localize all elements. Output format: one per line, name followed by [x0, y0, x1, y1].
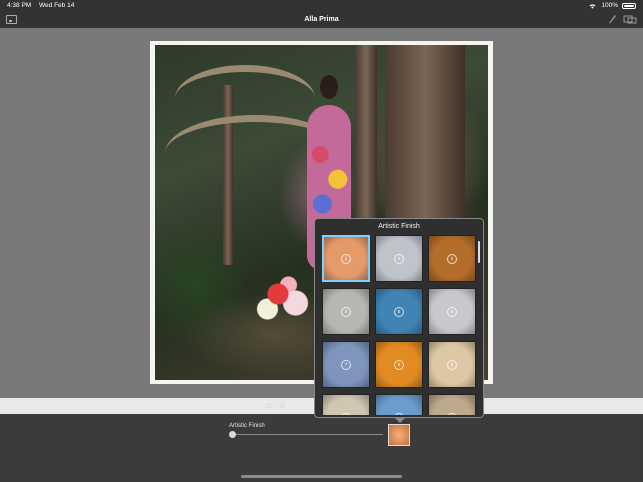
- finish-swatch[interactable]: 1: [322, 235, 370, 282]
- rating-icons: ⌂ ☆: [266, 400, 287, 412]
- figure-head: [320, 75, 338, 99]
- popover-scrollbar[interactable]: [478, 241, 480, 263]
- wifi-icon: [589, 4, 596, 9]
- finish-number: 10: [341, 412, 351, 415]
- finish-number: 5: [394, 306, 404, 317]
- finish-swatch[interactable]: 5: [375, 288, 423, 335]
- finish-swatch[interactable]: 12: [428, 394, 476, 415]
- finish-swatch[interactable]: 2: [375, 235, 423, 282]
- finish-grid: 123456789101112: [322, 235, 477, 415]
- finish-swatch[interactable]: 4: [322, 288, 370, 335]
- popover-title: Artistic Finish: [378, 223, 420, 230]
- status-date: Wed Feb 14: [39, 2, 75, 9]
- nav-actions: [607, 14, 637, 24]
- battery-icon: [622, 3, 636, 9]
- finish-number: 7: [341, 359, 351, 370]
- finish-number: 2: [394, 253, 404, 264]
- vine: [175, 65, 315, 132]
- finish-swatch[interactable]: 7: [322, 341, 370, 388]
- brush-icon[interactable]: [607, 14, 617, 24]
- finish-swatch[interactable]: 8: [375, 341, 423, 388]
- status-time: 4:38 PM: [7, 2, 32, 9]
- finish-swatch[interactable]: 3: [428, 235, 476, 282]
- status-right: 100%: [588, 0, 636, 12]
- battery-percent: 100%: [601, 2, 618, 9]
- bottom-panel: Artistic Finish: [0, 414, 643, 482]
- finish-number: 12: [447, 412, 457, 415]
- star-icon[interactable]: ☆: [278, 400, 287, 412]
- finish-swatch[interactable]: 9: [428, 341, 476, 388]
- finish-number: 8: [394, 359, 404, 370]
- finish-number: 1: [341, 253, 351, 264]
- finish-number: 6: [447, 306, 457, 317]
- selected-finish-swatch[interactable]: [388, 424, 410, 446]
- finish-swatch[interactable]: 11: [375, 394, 423, 415]
- finish-number: 4: [341, 306, 351, 317]
- finish-swatch[interactable]: 6: [428, 288, 476, 335]
- status-left: 4:38 PM Wed Feb 14: [7, 0, 80, 12]
- home-indicator: [241, 475, 402, 478]
- artistic-finish-popover: Artistic Finish 123456789101112: [314, 218, 484, 423]
- finish-slider-thumb[interactable]: [229, 431, 236, 438]
- finish-slider-track[interactable]: [233, 434, 383, 435]
- slider-label: Artistic Finish: [229, 423, 265, 429]
- flowers: [250, 270, 320, 330]
- page-title: Alla Prima: [304, 16, 339, 23]
- finish-number: 9: [447, 359, 457, 370]
- nav-bar: Alla Prima: [0, 12, 643, 29]
- finish-number: 11: [394, 412, 404, 415]
- finish-number: 3: [447, 253, 457, 264]
- status-bar: 4:38 PM Wed Feb 14 100%: [0, 0, 643, 12]
- share-icon[interactable]: [623, 14, 637, 24]
- home-icon[interactable]: ⌂: [266, 400, 272, 412]
- finish-swatch[interactable]: 10: [322, 394, 370, 415]
